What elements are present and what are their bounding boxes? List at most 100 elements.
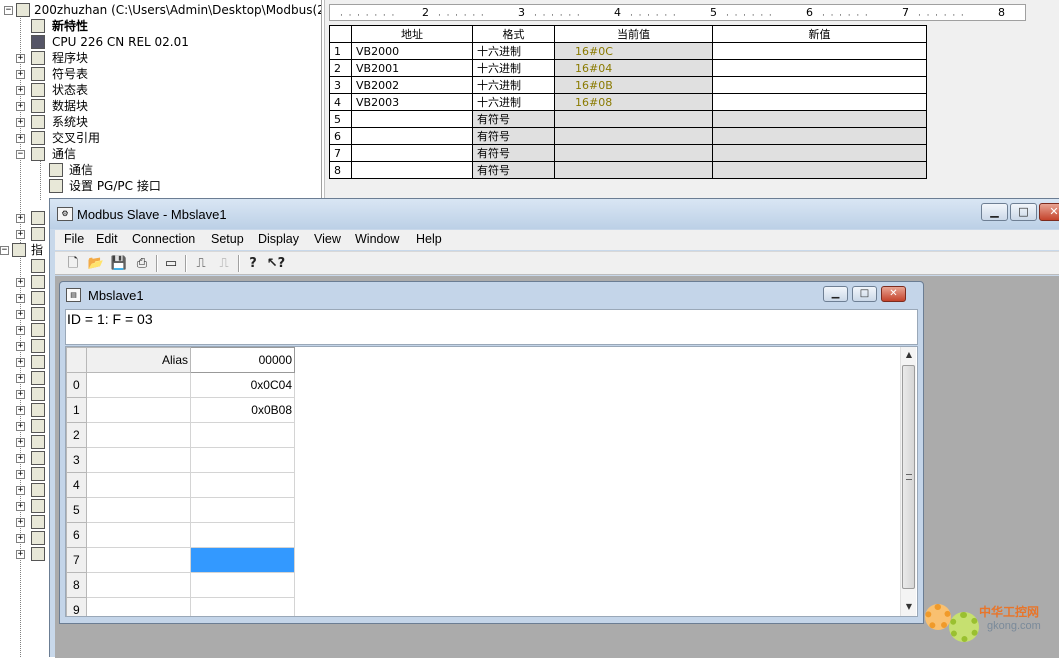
child-maximize-button[interactable]: □ (852, 286, 877, 302)
register-value-cell[interactable] (190, 572, 295, 598)
window-icon[interactable]: ▭ (161, 254, 181, 273)
register-value-cell[interactable]: 0x0B08 (190, 397, 295, 423)
expand-icon[interactable]: + (16, 342, 25, 351)
new-value-cell[interactable] (712, 42, 927, 60)
table-row[interactable]: 2 (66, 422, 295, 448)
collapse-icon[interactable]: − (16, 150, 25, 159)
register-value-cell[interactable] (190, 497, 295, 523)
new-value-cell[interactable] (712, 127, 927, 145)
expand-icon[interactable]: + (16, 86, 25, 95)
scroll-down-icon[interactable]: ▼ (901, 599, 917, 615)
alias-cell[interactable] (86, 397, 191, 423)
table-row[interactable]: 7 (66, 547, 295, 573)
expand-icon[interactable]: + (16, 550, 25, 559)
table-row[interactable]: 3 (66, 447, 295, 473)
alias-cell[interactable] (86, 572, 191, 598)
expand-icon[interactable]: + (16, 102, 25, 111)
format-cell[interactable]: 十六进制 (472, 76, 555, 94)
table-row[interactable]: 5 有符号 (329, 110, 927, 128)
collapse-icon[interactable]: − (4, 6, 13, 15)
address-cell[interactable]: VB2002 (351, 76, 473, 94)
register-value-cell[interactable] (190, 522, 295, 548)
table-row[interactable]: 0 0x0C04 (66, 372, 295, 398)
scrollbar-thumb[interactable] (902, 365, 915, 589)
modbus-titlebar[interactable]: ⚙ Modbus Slave - Mbslave1 ▁ □ ✕ (50, 199, 1059, 229)
table-row[interactable]: 8 (66, 572, 295, 598)
register-value-cell[interactable] (190, 422, 295, 448)
format-cell[interactable]: 十六进制 (472, 42, 555, 60)
table-row[interactable]: 9 (66, 597, 295, 616)
format-cell[interactable]: 十六进制 (472, 93, 555, 111)
expand-icon[interactable]: + (16, 374, 25, 383)
menu-view[interactable]: View (314, 232, 341, 246)
new-value-cell[interactable] (712, 76, 927, 94)
expand-icon[interactable]: + (16, 310, 25, 319)
table-row[interactable]: 3 VB2002 十六进制 16#0B (329, 76, 927, 94)
expand-icon[interactable]: + (16, 214, 25, 223)
disconnect-icon[interactable]: ⎍ (214, 254, 234, 273)
expand-icon[interactable]: + (16, 118, 25, 127)
expand-icon[interactable]: + (16, 358, 25, 367)
expand-icon[interactable]: + (16, 326, 25, 335)
format-cell[interactable]: 有符号 (472, 144, 555, 162)
alias-cell[interactable] (86, 497, 191, 523)
expand-icon[interactable]: + (16, 278, 25, 287)
collapse-icon[interactable]: − (0, 246, 9, 255)
context-help-icon[interactable]: ↖? (266, 254, 286, 273)
open-folder-icon[interactable]: 📂 (86, 254, 106, 273)
new-value-cell[interactable] (712, 161, 927, 179)
expand-icon[interactable]: + (16, 54, 25, 63)
table-row[interactable]: 1 VB2000 十六进制 16#0C (329, 42, 927, 60)
address-cell[interactable]: VB2000 (351, 42, 473, 60)
address-column-header[interactable]: 00000 (190, 347, 295, 373)
new-value-cell[interactable] (712, 110, 927, 128)
alias-cell[interactable] (86, 547, 191, 573)
new-value-cell[interactable] (712, 93, 927, 111)
child-close-button[interactable]: ✕ (881, 286, 906, 302)
close-button[interactable]: ✕ (1039, 203, 1059, 221)
table-row[interactable]: 1 0x0B08 (66, 397, 295, 423)
expand-icon[interactable]: + (16, 134, 25, 143)
print-icon[interactable]: ⎙ (132, 254, 152, 273)
table-row[interactable]: 6 有符号 (329, 127, 927, 145)
maximize-button[interactable]: □ (1010, 203, 1037, 221)
alias-cell[interactable] (86, 522, 191, 548)
expand-icon[interactable]: + (16, 406, 25, 415)
document-icon[interactable]: ▤ (66, 288, 81, 302)
expand-icon[interactable]: + (16, 534, 25, 543)
alias-header[interactable]: Alias (86, 347, 191, 373)
scroll-up-icon[interactable]: ▲ (901, 347, 917, 363)
expand-icon[interactable]: + (16, 502, 25, 511)
new-value-cell[interactable] (712, 59, 927, 77)
address-cell[interactable] (351, 144, 473, 162)
format-cell[interactable]: 有符号 (472, 127, 555, 145)
menu-file[interactable]: File (64, 232, 84, 246)
expand-icon[interactable]: + (16, 470, 25, 479)
new-file-icon[interactable]: 🗋 (63, 254, 83, 273)
connect-icon[interactable]: ⎍ (191, 254, 211, 273)
format-cell[interactable]: 有符号 (472, 161, 555, 179)
menu-window[interactable]: Window (355, 232, 399, 246)
table-row[interactable]: 4 VB2003 十六进制 16#08 (329, 93, 927, 111)
register-value-cell[interactable] (190, 597, 295, 616)
expand-icon[interactable]: + (16, 230, 25, 239)
table-row[interactable]: 7 有符号 (329, 144, 927, 162)
table-row[interactable]: 8 有符号 (329, 161, 927, 179)
address-cell[interactable]: VB2003 (351, 93, 473, 111)
menu-help[interactable]: Help (416, 232, 442, 246)
save-icon[interactable]: 💾 (109, 254, 129, 273)
address-cell[interactable] (351, 127, 473, 145)
expand-icon[interactable]: + (16, 438, 25, 447)
format-cell[interactable]: 十六进制 (472, 59, 555, 77)
menu-connection[interactable]: Connection (132, 232, 195, 246)
expand-icon[interactable]: + (16, 294, 25, 303)
table-row[interactable]: 5 (66, 497, 295, 523)
child-titlebar[interactable]: ▤ Mbslave1 ▁ □ ✕ (60, 282, 923, 308)
expand-icon[interactable]: + (16, 390, 25, 399)
table-row[interactable]: 4 (66, 472, 295, 498)
menu-display[interactable]: Display (258, 232, 299, 246)
vertical-scrollbar[interactable]: ▲ ▼ (900, 347, 916, 616)
table-row[interactable]: 6 (66, 522, 295, 548)
expand-icon[interactable]: + (16, 518, 25, 527)
address-cell[interactable]: VB2001 (351, 59, 473, 77)
